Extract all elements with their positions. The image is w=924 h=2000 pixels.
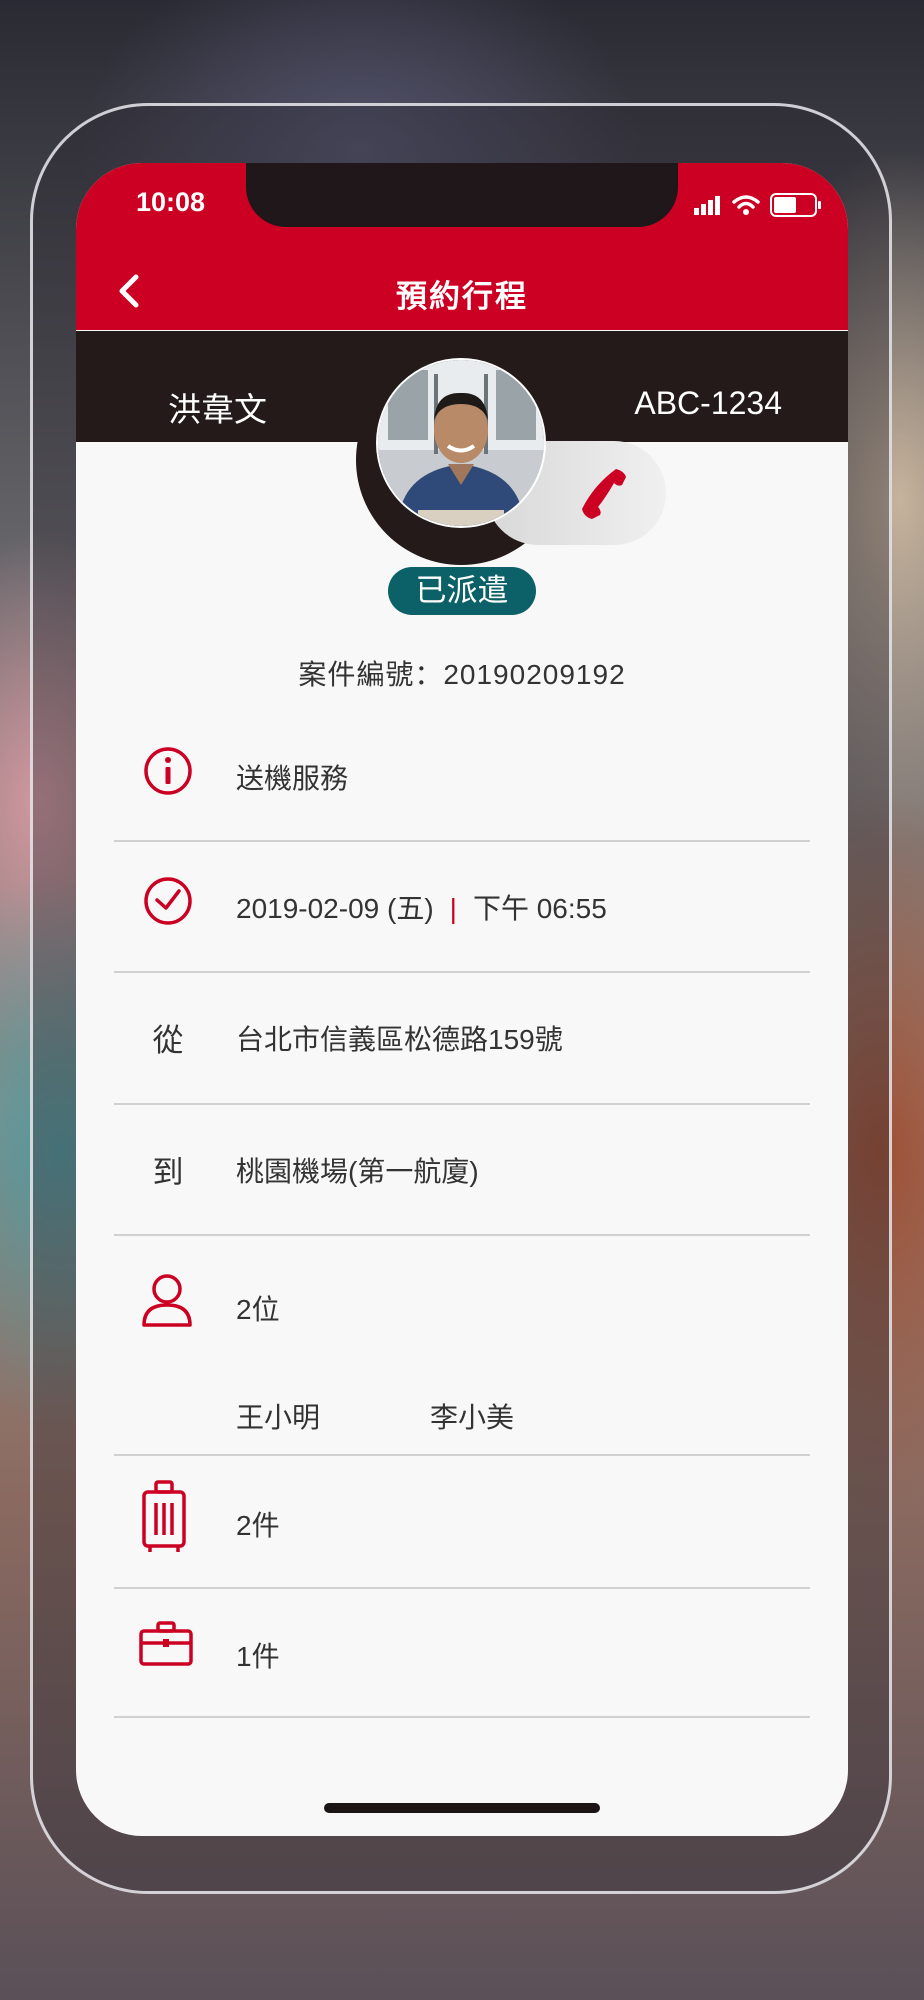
page-title: 預約行程 — [396, 279, 528, 314]
status-time: 10:08 — [136, 187, 206, 217]
device-notch — [246, 163, 678, 227]
status-icons — [694, 193, 822, 217]
divider — [114, 971, 810, 973]
case-number: 案件編號：20190209192 — [298, 659, 626, 690]
booking-datetime: 2019-02-09 (五) | 下午 06:55 — [236, 887, 607, 927]
info-icon — [144, 747, 192, 795]
divider — [114, 1103, 810, 1105]
app-screen: 10:08 預約行程 洪韋文 ABC-1234 已派遣 案件編號：2019020… — [76, 163, 848, 1836]
separator: | — [449, 893, 457, 924]
divider — [114, 1587, 810, 1589]
dropoff-address: 桃園機場(第一航廈) — [236, 1156, 479, 1187]
passenger-name: 李小美 — [430, 1402, 515, 1433]
briefcase-icon — [139, 1621, 193, 1666]
wifi-icon — [732, 195, 760, 215]
to-label: 到 — [152, 1155, 184, 1190]
signal-icon — [694, 196, 720, 215]
service-type: 送機服務 — [236, 763, 349, 794]
pickup-address: 台北市信義區松德路159號 — [236, 1024, 563, 1055]
driver-name: 洪韋文 — [168, 391, 267, 428]
phone-icon[interactable] — [576, 463, 632, 523]
passenger-count: 2位 — [236, 1294, 280, 1325]
divider — [114, 1454, 810, 1456]
divider — [114, 1234, 810, 1236]
luggage-icon — [142, 1480, 186, 1552]
person-icon — [142, 1274, 192, 1327]
briefcase-count: 1件 — [236, 1641, 280, 1672]
clock-icon — [144, 877, 192, 925]
from-label: 從 — [152, 1023, 184, 1058]
divider — [114, 840, 810, 842]
home-indicator[interactable] — [324, 1803, 600, 1813]
license-plate: ABC-1234 — [634, 385, 782, 421]
battery-icon — [770, 193, 821, 217]
driver-avatar — [376, 358, 546, 528]
passenger-name: 王小明 — [236, 1402, 321, 1433]
booking-date: 2019-02-09 (五) — [236, 893, 434, 924]
luggage-count: 2件 — [236, 1510, 280, 1541]
booking-time: 下午 06:55 — [472, 893, 607, 924]
status-badge: 已派遣 — [388, 567, 536, 615]
divider — [114, 1716, 810, 1718]
